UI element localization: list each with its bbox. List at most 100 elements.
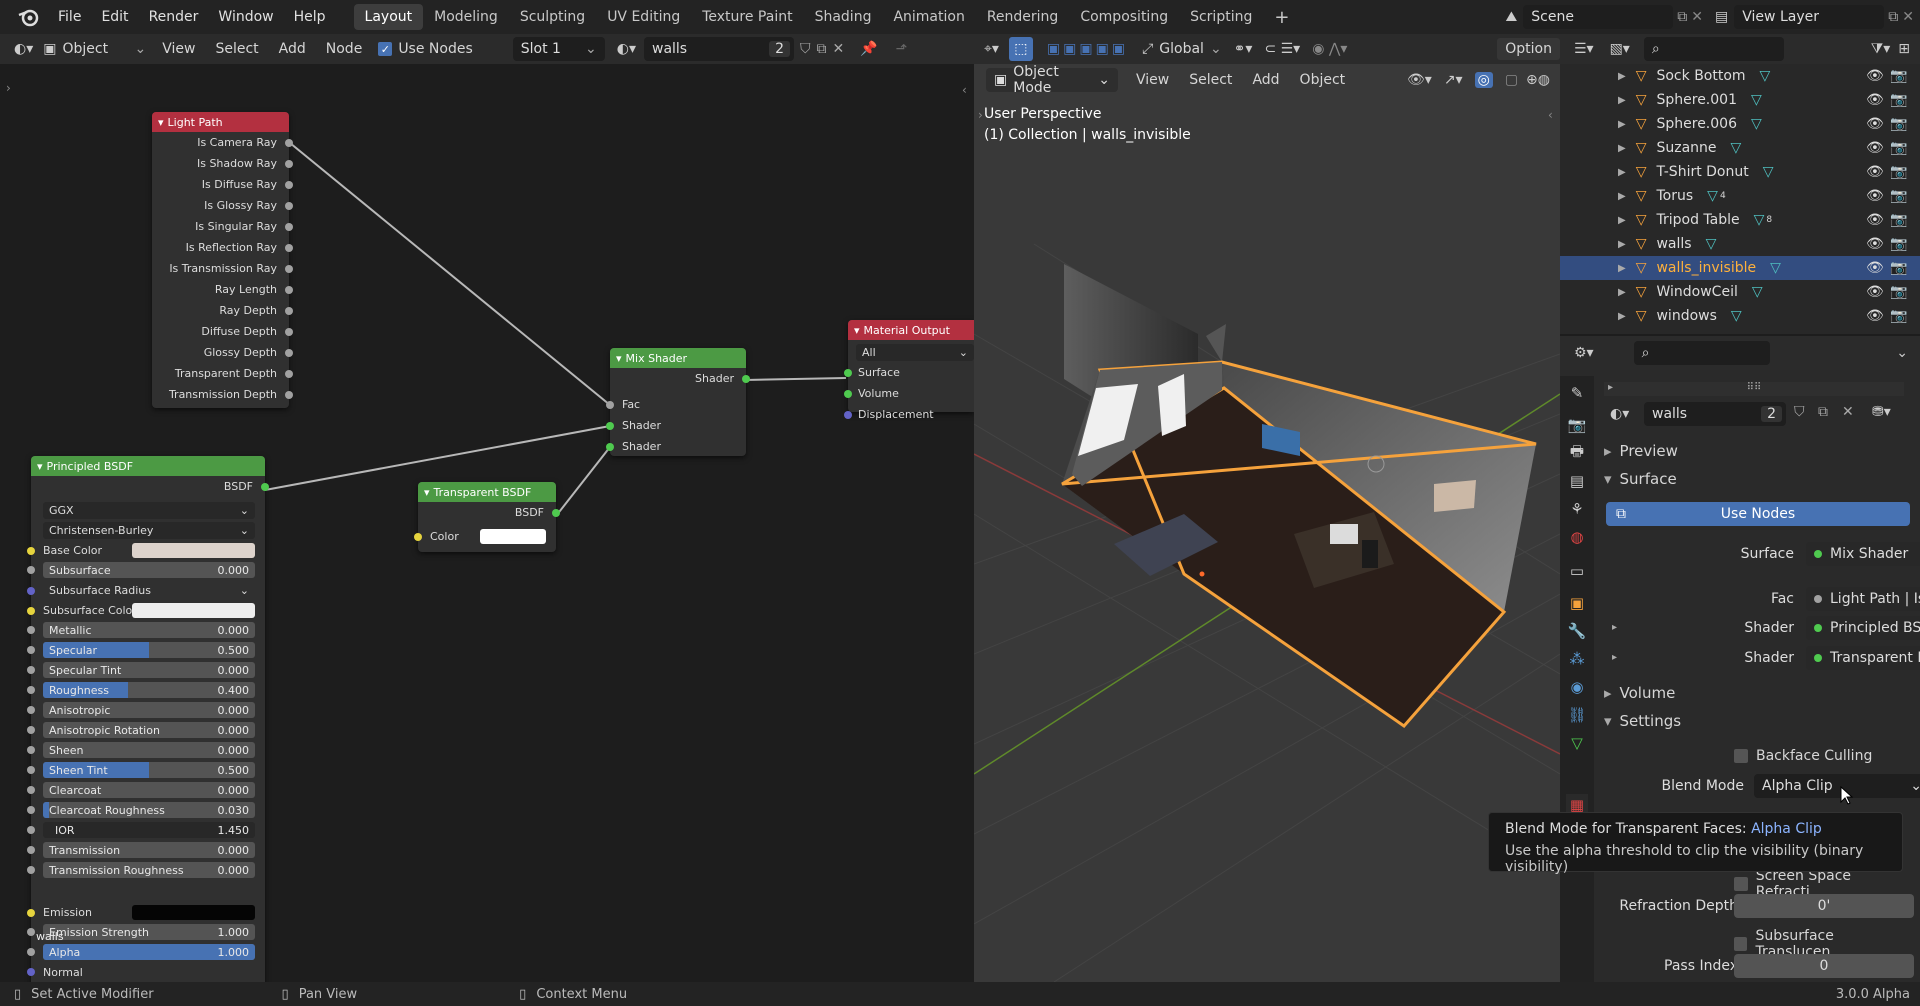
subsurface-radius-dropdown[interactable]: Subsurface Radius ⌄ [43,582,255,599]
parent-node-tree-icon[interactable]: ⬏ [896,41,908,57]
pass-index-field[interactable]: 0 [1734,954,1914,978]
surface-socket[interactable] [844,369,852,377]
shader-socket-2[interactable] [606,443,614,451]
bsdf-output-socket[interactable] [261,483,269,491]
mix-shader-node[interactable]: ▾ Mix Shader Shader Fac Shader Shader [606,348,750,456]
light-path-output-socket[interactable] [285,286,293,294]
expand-arrow-icon[interactable]: ▶ [1618,311,1626,322]
principled-input-socket[interactable] [27,826,35,834]
new-collection-icon[interactable]: ⊞ [1898,41,1910,57]
emission-color-swatch[interactable] [132,905,255,920]
menu-window[interactable]: Window [208,9,283,25]
principled-slider-sheen-tint[interactable]: Sheen Tint 0.500 [43,762,255,778]
material-name-field[interactable]: walls 2 [644,37,794,61]
shading-icons[interactable]: ⊕◍ [1526,72,1550,88]
constraints-tab-icon[interactable]: ⛓ [1566,704,1588,726]
light-path-output-socket[interactable] [285,265,293,273]
volume-section[interactable]: ▸ Volume [1604,684,1675,702]
preview-section[interactable]: ▸ Preview [1604,442,1678,460]
outliner-search-input[interactable]: ⌕ [1643,37,1784,61]
vp-menu-object[interactable]: Object [1300,72,1346,88]
props-link-icon[interactable]: ⛃▾ [1872,404,1891,420]
world-tab-icon[interactable]: ◍ [1566,526,1588,548]
mesh-data-icon[interactable]: ▽ [1751,116,1762,132]
eye-icon[interactable]: 👁 [1866,212,1884,228]
mesh-data-icon[interactable]: ▽ [1707,188,1718,204]
use-nodes-checkbox[interactable]: ✓ [378,42,393,56]
outliner-editor-icon[interactable]: ☰▾ [1574,41,1594,57]
subsurface-color-socket[interactable] [27,607,35,615]
subsurface-color-swatch[interactable] [132,603,255,618]
scene-icon[interactable]: ⛰ [1506,9,1518,25]
object-tab-icon[interactable]: ▣ [1566,592,1588,614]
expand-arrow-icon[interactable]: ▶ [1618,263,1626,274]
eye-icon[interactable]: 👁 [1866,116,1884,132]
camera-icon[interactable]: 📷 [1890,164,1907,180]
editor-type-3d-icon[interactable]: ⌖▾ [984,41,999,57]
transparent-color-row[interactable]: Color [418,528,556,545]
camera-icon[interactable]: 📷 [1890,284,1907,300]
new-scene-icon[interactable]: ⧉ [1677,9,1687,25]
overlays-icon[interactable]: ◎ [1474,72,1493,88]
menu-help[interactable]: Help [284,9,336,25]
shader-socket-1[interactable] [606,422,614,430]
tab-animation[interactable]: Animation [882,4,975,30]
fake-user-icon[interactable]: ⛉ [800,41,811,57]
fac-field[interactable]: Light Path | Is Came... [1806,587,1920,611]
particles-tab-icon[interactable]: ⁂ [1566,648,1588,670]
tab-texture-paint[interactable]: Texture Paint [691,4,803,30]
shader2-expand-icon[interactable]: ▸ [1612,652,1617,663]
outliner-item[interactable]: ▶ ▽ WindowCeil ▽ 👁 📷 [1560,280,1920,304]
transparent-color-socket[interactable] [414,533,422,541]
camera-icon[interactable]: 📷 [1890,116,1907,132]
shader1-field[interactable]: Principled BSDF [1806,616,1920,640]
snap-icon[interactable]: ⊂ ☰▾ [1264,41,1300,57]
vp-menu-add[interactable]: Add [1252,72,1279,88]
emission-strength-slider[interactable]: Emission Strength 1.000 [43,924,255,940]
outliner-item[interactable]: ▶ ▽ T-Shirt Donut ▽ 👁 📷 [1560,160,1920,184]
menu-node[interactable]: Node [326,41,363,57]
unlink-material-icon[interactable]: ✕ [833,41,845,57]
emission-strength-socket[interactable] [27,928,35,936]
orientation-dropdown[interactable]: Global [1159,41,1204,57]
options-dropdown[interactable]: Option [1497,38,1560,60]
xray-icon[interactable]: ▢ [1505,72,1518,88]
outliner-item[interactable]: ▶ ▽ windows ▽ 👁 📷 [1560,304,1920,328]
camera-icon[interactable]: 📷 [1890,140,1907,156]
outliner-item[interactable]: ▶ ▽ Torus ▽ 4 👁 📷 [1560,184,1920,208]
tab-modeling[interactable]: Modeling [423,4,509,30]
display-mode-icon[interactable]: ▧▾ [1610,41,1630,57]
subsurface-method-dropdown[interactable]: Christensen-Burley ⌄ [43,522,255,539]
collection-tab-icon[interactable]: ▭ [1566,560,1588,582]
outliner-item[interactable]: ▶ ▽ walls ▽ 👁 📷 [1560,232,1920,256]
eye-icon[interactable]: 👁 [1866,140,1884,156]
emission-socket[interactable] [27,909,35,917]
shader-type-dropdown[interactable]: Object [62,41,134,57]
expand-arrow-icon[interactable]: ▶ [1618,215,1626,226]
principled-input-socket[interactable] [27,846,35,854]
duplicate-material-icon[interactable]: ⧉ [817,41,827,57]
menu-select[interactable]: Select [215,41,258,57]
displacement-socket[interactable] [844,411,852,419]
props-unlink-icon[interactable]: ✕ [1842,404,1854,420]
eye-icon[interactable]: 👁 [1866,92,1884,108]
material-browse-icon[interactable]: ◐▾ [617,41,636,57]
object-type-icon[interactable]: ▣ [43,41,56,57]
outliner-item[interactable]: ▶ ▽ Tripod Table ▽ 8 👁 📷 [1560,208,1920,232]
eye-icon[interactable]: 👁 [1866,164,1884,180]
principled-input-socket[interactable] [27,706,35,714]
settings-section[interactable]: ▾ Settings [1604,712,1681,730]
camera-icon[interactable]: 📷 [1890,92,1907,108]
principled-slider-anisotropic-rotation[interactable]: Anisotropic Rotation 0.000 [43,722,255,738]
menu-edit[interactable]: Edit [91,9,138,25]
menu-view[interactable]: View [162,41,195,57]
expand-arrow-icon[interactable]: ▶ [1618,71,1626,82]
light-path-node[interactable]: ▾ Light Path Is Camera Ray Is Shadow Ray Is… [152,112,293,408]
eye-icon[interactable]: 👁 [1866,308,1884,324]
editor-type-icon[interactable]: ◐▾ [14,41,33,57]
principled-input-socket[interactable] [27,666,35,674]
light-path-output-socket[interactable] [285,328,293,336]
mix-shader-header[interactable]: ▾ Mix Shader [610,348,746,368]
eye-icon[interactable]: 👁 [1866,188,1884,204]
principled-slider-metallic[interactable]: Metallic 0.000 [43,622,255,638]
